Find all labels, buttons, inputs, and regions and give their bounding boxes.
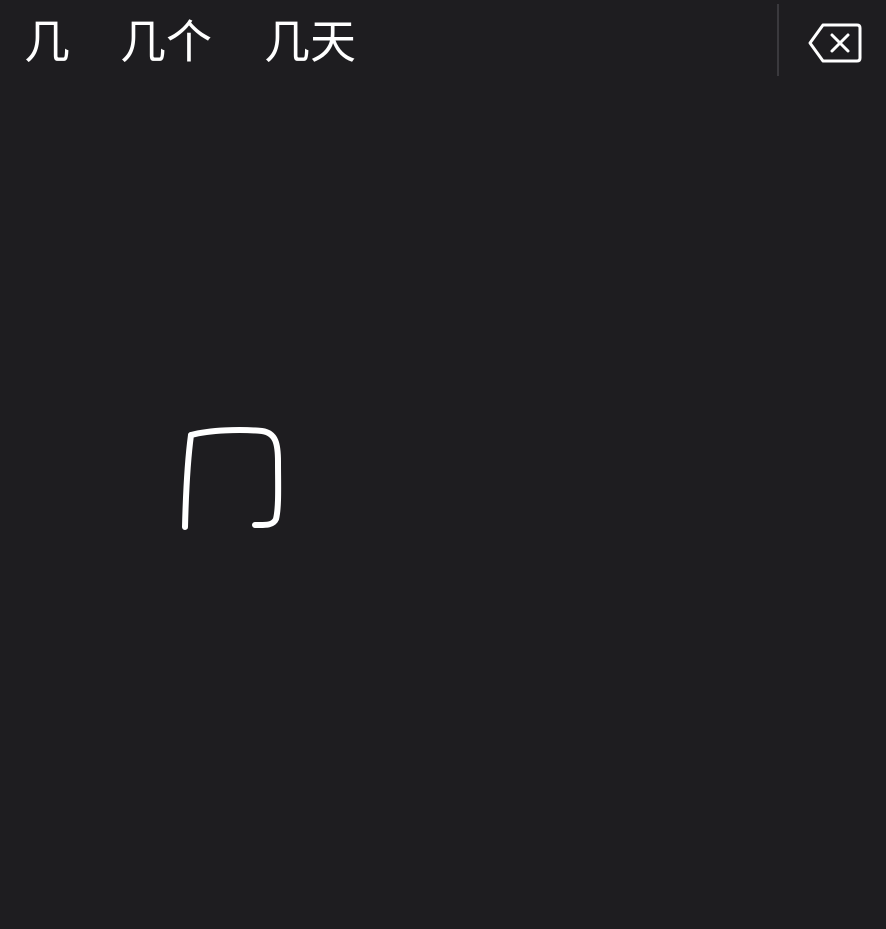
candidate-1[interactable]: 几	[24, 14, 70, 70]
handwriting-keyboard: 几 几个 几天	[0, 0, 886, 929]
delete-button[interactable]	[800, 16, 870, 70]
candidate-3[interactable]: 几天	[264, 14, 356, 70]
delete-backward-icon	[808, 23, 862, 63]
candidate-divider	[777, 4, 779, 76]
handwriting-area[interactable]	[0, 82, 886, 929]
handwriting-stroke	[182, 427, 282, 530]
candidate-2[interactable]: 几个	[120, 14, 212, 70]
candidate-bar: 几 几个 几天	[0, 0, 886, 82]
